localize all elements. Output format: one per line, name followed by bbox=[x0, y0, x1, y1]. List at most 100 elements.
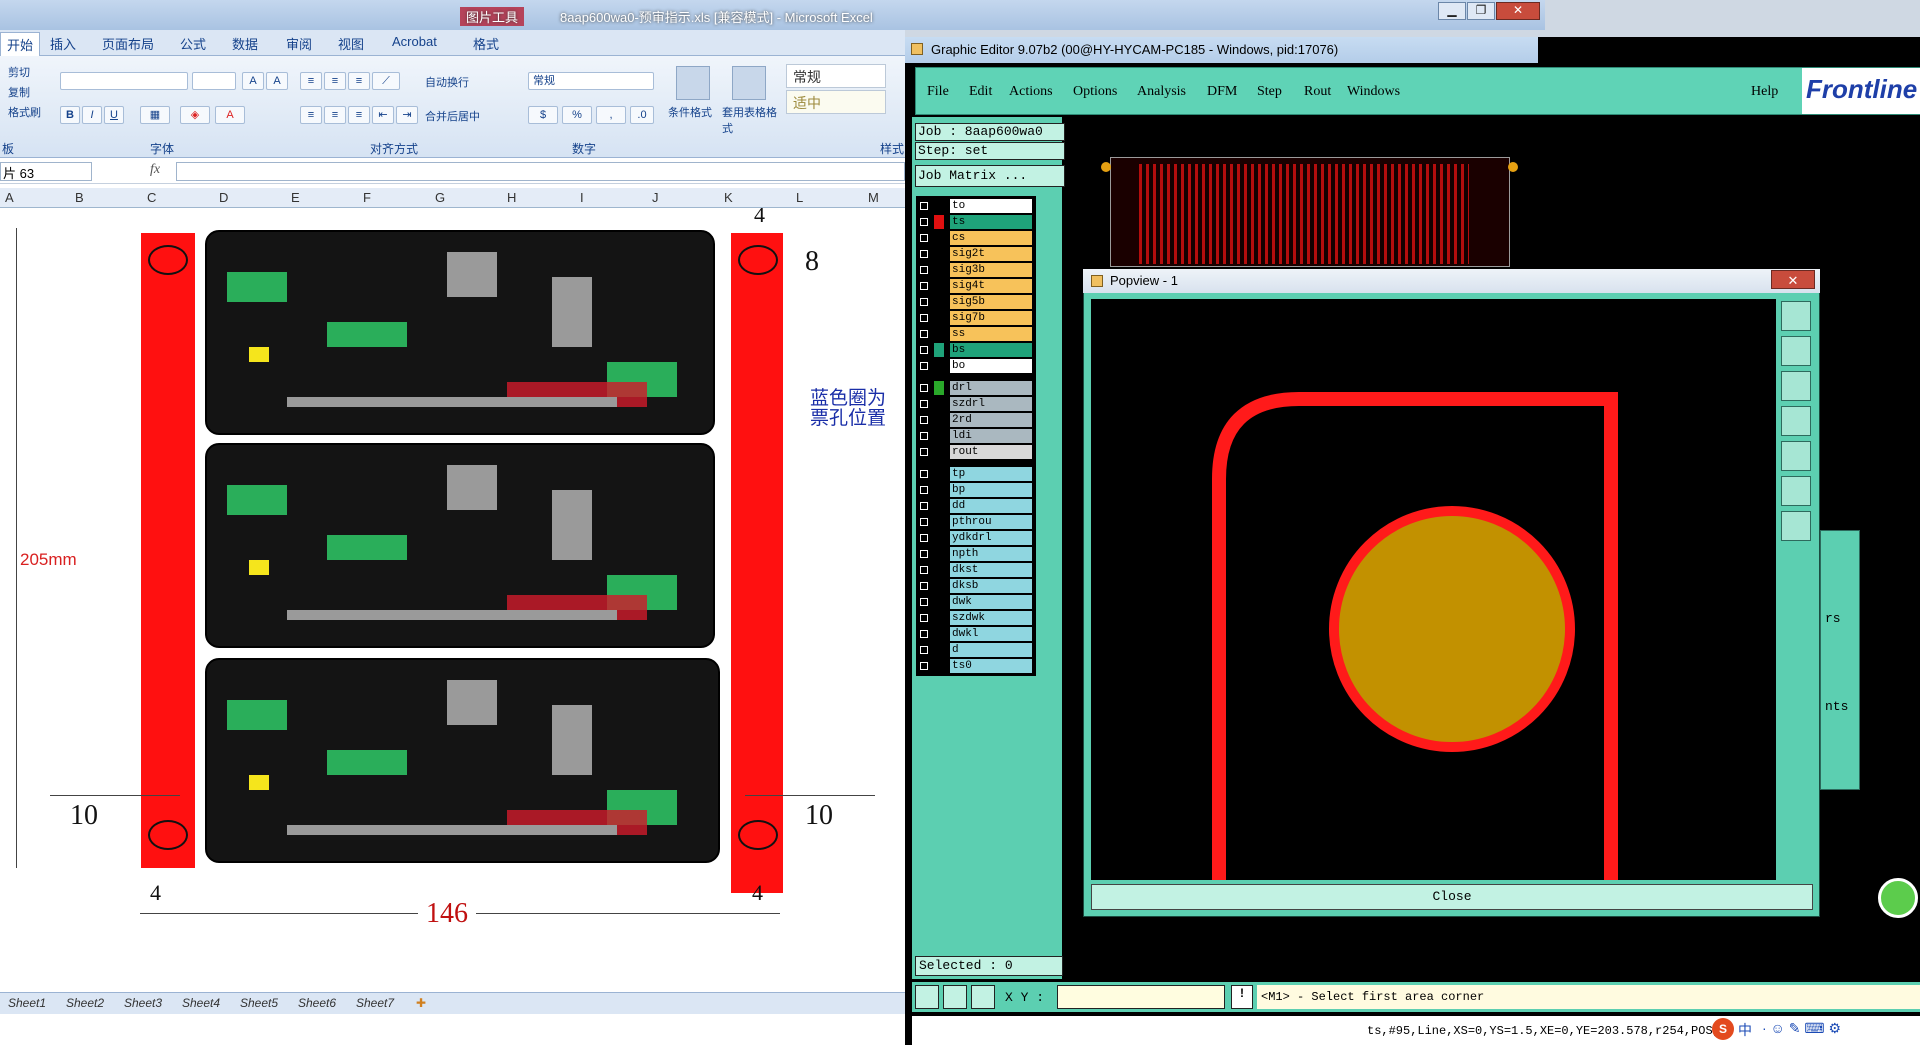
conditional-format-label[interactable]: 条件格式 bbox=[668, 104, 712, 120]
layer-name[interactable]: 2rd bbox=[950, 413, 1032, 427]
popview-close-button[interactable]: Close bbox=[1091, 884, 1813, 910]
layer-checkbox[interactable] bbox=[920, 614, 928, 622]
orientation-button[interactable]: ⟋ bbox=[372, 72, 400, 90]
layer-name[interactable]: sig3b bbox=[950, 263, 1032, 277]
layer-row-dwk[interactable]: dwk bbox=[916, 595, 1034, 609]
layer-checkbox[interactable] bbox=[920, 330, 928, 338]
col-j[interactable]: J bbox=[652, 190, 659, 205]
layer-checkbox[interactable] bbox=[920, 662, 928, 670]
layer-name[interactable]: sig5b bbox=[950, 295, 1032, 309]
col-m[interactable]: M bbox=[868, 190, 879, 205]
style-medium[interactable]: 适中 bbox=[786, 90, 886, 114]
layer-checkbox[interactable] bbox=[920, 518, 928, 526]
layer-row-d[interactable]: d bbox=[916, 643, 1034, 657]
align-bottom-button[interactable]: ≡ bbox=[348, 72, 370, 90]
layer-row-pthrou[interactable]: pthrou bbox=[916, 515, 1034, 529]
popview-close-icon[interactable]: ✕ bbox=[1771, 270, 1815, 289]
tab-format[interactable]: 格式 bbox=[473, 34, 499, 53]
layer-row-npth[interactable]: npth bbox=[916, 547, 1034, 561]
layer-row-rout[interactable]: rout bbox=[916, 445, 1034, 459]
layer-row-2rd[interactable]: 2rd bbox=[916, 413, 1034, 427]
layer-checkbox[interactable] bbox=[920, 582, 928, 590]
merge-center-button[interactable]: 合并后居中 bbox=[425, 108, 480, 124]
sheet-tab-4[interactable]: Sheet4 bbox=[182, 996, 220, 1010]
layer-checkbox[interactable] bbox=[920, 346, 928, 354]
sogou-ime-icon[interactable]: S bbox=[1712, 1018, 1734, 1040]
layer-name[interactable]: cs bbox=[950, 231, 1032, 245]
conditional-format-icon[interactable] bbox=[676, 66, 710, 100]
sheet-tab-7[interactable]: Sheet7 bbox=[356, 996, 394, 1010]
col-k[interactable]: K bbox=[724, 190, 733, 205]
sheet-tab-5[interactable]: Sheet5 bbox=[240, 996, 278, 1010]
popview-zoom-button[interactable] bbox=[1781, 301, 1811, 331]
popview-home-button[interactable] bbox=[1781, 336, 1811, 366]
number-format-dropdown[interactable]: 常规 bbox=[528, 72, 654, 90]
layer-name[interactable]: d bbox=[950, 643, 1032, 657]
layer-row-to[interactable]: to bbox=[916, 199, 1034, 213]
bold-button[interactable]: B bbox=[60, 106, 80, 124]
popview-pan-left-button[interactable] bbox=[1781, 406, 1811, 436]
font-size-dropdown[interactable] bbox=[192, 72, 236, 90]
layer-name[interactable]: drl bbox=[950, 381, 1032, 395]
menu-file[interactable]: File bbox=[927, 84, 949, 100]
layer-row-sig2t[interactable]: sig2t bbox=[916, 247, 1034, 261]
layer-row-dd[interactable]: dd bbox=[916, 499, 1034, 513]
layer-name[interactable]: sig7b bbox=[950, 311, 1032, 325]
layer-checkbox[interactable] bbox=[920, 550, 928, 558]
col-f[interactable]: F bbox=[363, 190, 371, 205]
col-g[interactable]: G bbox=[435, 190, 445, 205]
shrink-font-button[interactable]: A bbox=[266, 72, 288, 90]
col-l[interactable]: L bbox=[796, 190, 803, 205]
name-box[interactable]: 片 63 bbox=[0, 162, 92, 181]
font-color-button[interactable]: A bbox=[215, 106, 245, 124]
layer-row-tp[interactable]: tp bbox=[916, 467, 1034, 481]
popview-canvas[interactable] bbox=[1091, 299, 1776, 880]
layer-row-cs[interactable]: cs bbox=[916, 231, 1034, 245]
layer-row-ldi[interactable]: ldi bbox=[916, 429, 1034, 443]
sheet-tab-2[interactable]: Sheet2 bbox=[66, 996, 104, 1010]
select-tool-icon[interactable] bbox=[915, 985, 939, 1009]
layer-name[interactable]: sig4t bbox=[950, 279, 1032, 293]
style-normal[interactable]: 常规 bbox=[786, 64, 886, 88]
layer-row-sig7b[interactable]: sig7b bbox=[916, 311, 1034, 325]
menu-dfm[interactable]: DFM bbox=[1207, 84, 1237, 100]
popview-pan-right-button[interactable] bbox=[1781, 441, 1811, 471]
table-format-icon[interactable] bbox=[732, 66, 766, 100]
layer-checkbox[interactable] bbox=[920, 416, 928, 424]
menu-windows[interactable]: Windows bbox=[1347, 84, 1400, 100]
job-matrix-button[interactable]: Job Matrix ... bbox=[915, 165, 1065, 187]
grid-tool-icon[interactable] bbox=[971, 985, 995, 1009]
menu-actions[interactable]: Actions bbox=[1009, 84, 1053, 100]
menu-help[interactable]: Help bbox=[1751, 84, 1778, 100]
menu-step[interactable]: Step bbox=[1257, 84, 1282, 100]
tab-data[interactable]: 数据 bbox=[232, 34, 258, 53]
tab-page-layout[interactable]: 页面布局 bbox=[102, 34, 154, 53]
layer-row-bo[interactable]: bo bbox=[916, 359, 1034, 373]
xy-input[interactable] bbox=[1057, 985, 1225, 1009]
layer-checkbox[interactable] bbox=[920, 282, 928, 290]
sheet-tab-6[interactable]: Sheet6 bbox=[298, 996, 336, 1010]
layer-checkbox[interactable] bbox=[920, 218, 928, 226]
sheet-tab-3[interactable]: Sheet3 bbox=[124, 996, 162, 1010]
layer-checkbox[interactable] bbox=[920, 234, 928, 242]
tab-insert[interactable]: 插入 bbox=[50, 34, 76, 53]
layer-name[interactable]: bs bbox=[950, 343, 1032, 357]
tab-view[interactable]: 视图 bbox=[338, 34, 364, 53]
layer-name[interactable]: dkst bbox=[950, 563, 1032, 577]
fill-color-button[interactable]: ◈ bbox=[180, 106, 210, 124]
layer-row-ydkdrl[interactable]: ydkdrl bbox=[916, 531, 1034, 545]
function-icon[interactable]: fx bbox=[150, 162, 170, 181]
tab-formulas[interactable]: 公式 bbox=[180, 34, 206, 53]
layer-checkbox[interactable] bbox=[920, 400, 928, 408]
comma-style-button[interactable]: , bbox=[596, 106, 626, 124]
layer-row-sig5b[interactable]: sig5b bbox=[916, 295, 1034, 309]
layer-checkbox[interactable] bbox=[920, 646, 928, 654]
col-d[interactable]: D bbox=[219, 190, 228, 205]
layer-row-sig3b[interactable]: sig3b bbox=[916, 263, 1034, 277]
layer-row-bp[interactable]: bp bbox=[916, 483, 1034, 497]
speed-boost-badge-icon[interactable] bbox=[1878, 878, 1918, 918]
col-i[interactable]: I bbox=[580, 190, 584, 205]
layer-name[interactable]: npth bbox=[950, 547, 1032, 561]
col-b[interactable]: B bbox=[75, 190, 84, 205]
layer-checkbox[interactable] bbox=[920, 362, 928, 370]
